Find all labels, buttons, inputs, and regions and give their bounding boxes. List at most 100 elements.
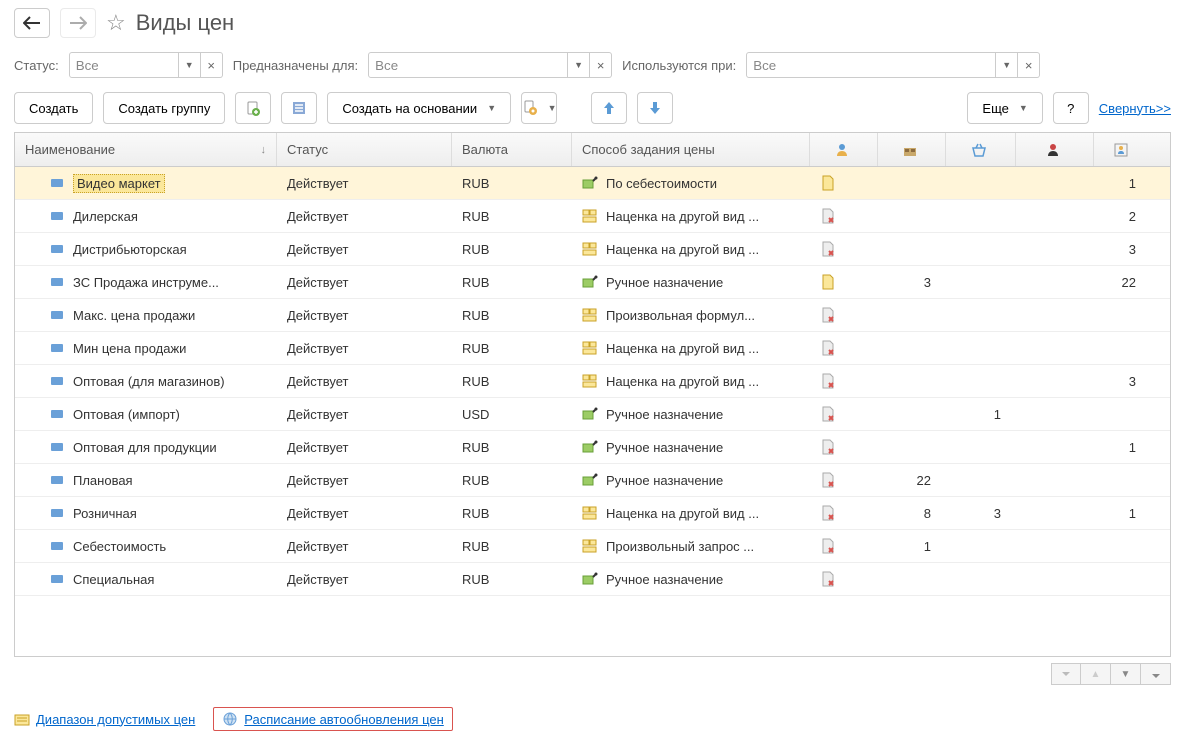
table-row[interactable]: ДистрибьюторскаяДействуетRUBНаценка на д… (15, 233, 1170, 266)
schedule-link[interactable]: Расписание автообновления цен (244, 712, 443, 727)
row-c4 (1016, 243, 1094, 255)
col-basket[interactable] (946, 133, 1016, 166)
method-icon (582, 373, 598, 389)
row-currency: RUB (452, 335, 572, 362)
row-c5: 2 (1094, 203, 1151, 230)
table-row[interactable]: РозничнаяДействуетRUBНаценка на другой в… (15, 497, 1170, 530)
doc-icon (820, 505, 836, 521)
nav-last[interactable] (1141, 663, 1171, 685)
filter-used-input[interactable] (746, 52, 996, 78)
row-currency: RUB (452, 170, 572, 197)
row-c3 (946, 243, 1016, 255)
arrow-down-icon (647, 100, 663, 116)
row-c1 (810, 532, 878, 560)
row-c5: 22 (1094, 269, 1151, 296)
list-button[interactable] (281, 92, 317, 124)
row-status: Действует (277, 335, 452, 362)
favorite-star-icon[interactable]: ☆ (106, 10, 126, 36)
table-row[interactable]: ДилерскаяДействуетRUBНаценка на другой в… (15, 200, 1170, 233)
row-c4 (1016, 540, 1094, 552)
more-button[interactable]: Еще▼ (967, 92, 1042, 124)
method-icon (582, 241, 598, 257)
row-c2 (878, 408, 946, 420)
col-manager[interactable] (1016, 133, 1094, 166)
help-button[interactable]: ? (1053, 92, 1089, 124)
filter-designated-input[interactable] (368, 52, 568, 78)
row-c5: 1 (1094, 434, 1151, 461)
client-icon (1113, 142, 1129, 158)
filter-status-input[interactable] (69, 52, 179, 78)
filter-designated-dropdown[interactable]: ▼ (568, 52, 590, 78)
method-icon (582, 505, 598, 521)
row-c2: 3 (878, 269, 946, 296)
filter-status-dropdown[interactable]: ▼ (179, 52, 201, 78)
range-link[interactable]: Диапазон допустимых цен (36, 712, 195, 727)
row-c4 (1016, 309, 1094, 321)
row-c1 (810, 400, 878, 428)
row-currency: RUB (452, 236, 572, 263)
col-client[interactable] (1094, 133, 1151, 166)
row-c2 (878, 573, 946, 585)
row-name: Дистрибьюторская (73, 242, 187, 257)
filter-used-clear[interactable]: × (1018, 52, 1040, 78)
col-warehouse[interactable] (878, 133, 946, 166)
col-status[interactable]: Статус (277, 133, 452, 166)
row-name: Себестоимость (73, 539, 166, 554)
table-row[interactable]: ПлановаяДействуетRUBРучное назначение22 (15, 464, 1170, 497)
filter-status-clear[interactable]: × (201, 52, 223, 78)
table-row[interactable]: СебестоимостьДействуетRUBПроизвольный за… (15, 530, 1170, 563)
move-down-button[interactable] (637, 92, 673, 124)
method-icon (582, 472, 598, 488)
arrow-up-icon (601, 100, 617, 116)
row-method: Произвольная формул... (572, 301, 810, 329)
col-currency[interactable]: Валюта (452, 133, 572, 166)
row-c2 (878, 375, 946, 387)
table-row[interactable]: Оптовая (для магазинов)ДействуетRUBНацен… (15, 365, 1170, 398)
filter-status-label: Статус: (14, 58, 59, 73)
collapse-link[interactable]: Свернуть>> (1099, 101, 1171, 116)
table-row[interactable]: Мин цена продажиДействуетRUBНаценка на д… (15, 332, 1170, 365)
col-person[interactable] (810, 133, 878, 166)
create-button[interactable]: Создать (14, 92, 93, 124)
table-row[interactable]: Оптовая (импорт)ДействуетUSDРучное назна… (15, 398, 1170, 431)
table-row[interactable]: ЗС Продажа инструме...ДействуетRUBРучное… (15, 266, 1170, 299)
reports-button[interactable]: ▼ (521, 92, 557, 124)
item-icon (51, 575, 63, 583)
row-c1 (810, 334, 878, 362)
copy-button[interactable] (235, 92, 271, 124)
nav-back-button[interactable] (14, 8, 50, 38)
schedule-link-item[interactable]: Расписание автообновления цен (213, 707, 452, 731)
table-row[interactable]: Видео маркетДействуетRUBПо себестоимости… (15, 167, 1170, 200)
row-c4 (1016, 177, 1094, 189)
table-row[interactable]: Макс. цена продажиДействуетRUBПроизвольн… (15, 299, 1170, 332)
row-c5: 1 (1094, 500, 1151, 527)
row-name: Оптовая для продукции (73, 440, 217, 455)
table-row[interactable]: Оптовая для продукцииДействуетRUBРучное … (15, 431, 1170, 464)
row-c3 (946, 276, 1016, 288)
row-c4 (1016, 276, 1094, 288)
col-method[interactable]: Способ задания цены (572, 133, 810, 166)
nav-next[interactable]: ▼ (1111, 663, 1141, 685)
nav-first[interactable] (1051, 663, 1081, 685)
nav-forward-button[interactable] (60, 8, 96, 38)
row-status: Действует (277, 566, 452, 593)
create-based-button[interactable]: Создать на основании▼ (327, 92, 511, 124)
method-icon (582, 571, 598, 587)
row-c4 (1016, 342, 1094, 354)
nav-prev[interactable]: ▲ (1081, 663, 1111, 685)
col-name[interactable]: Наименование↓ (15, 133, 277, 166)
row-status: Действует (277, 203, 452, 230)
row-status: Действует (277, 302, 452, 329)
row-name: Макс. цена продажи (73, 308, 195, 323)
create-group-button[interactable]: Создать группу (103, 92, 225, 124)
filter-used-dropdown[interactable]: ▼ (996, 52, 1018, 78)
filters-bar: Статус: ▼ × Предназначены для: ▼ × Испол… (0, 46, 1185, 84)
filter-designated-clear[interactable]: × (590, 52, 612, 78)
table-row[interactable]: СпециальнаяДействуетRUBРучное назначение (15, 563, 1170, 596)
move-up-button[interactable] (591, 92, 627, 124)
item-icon (51, 212, 63, 220)
row-c3 (946, 375, 1016, 387)
row-c5 (1094, 573, 1151, 585)
row-c4 (1016, 375, 1094, 387)
item-icon (51, 443, 63, 451)
